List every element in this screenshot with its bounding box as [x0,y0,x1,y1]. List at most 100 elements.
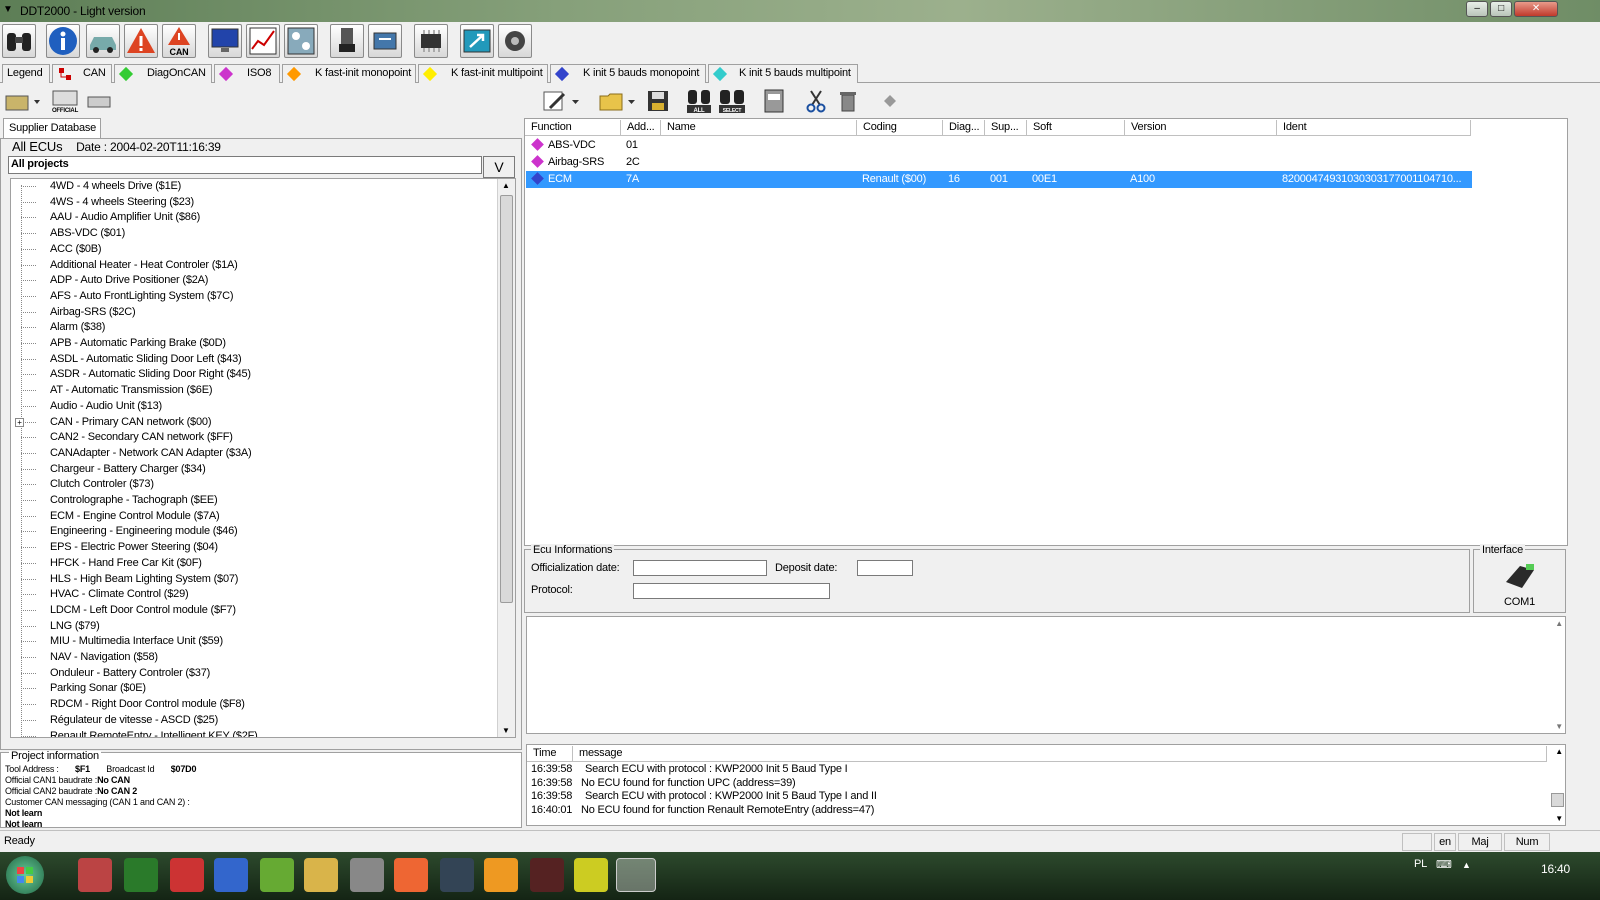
warning-button[interactable] [124,24,158,58]
tree-item[interactable]: HFCK - Hand Free Car Kit ($0F) [50,556,202,571]
tree-item[interactable]: APB - Automatic Parking Brake ($0D) [50,336,226,351]
project-select[interactable]: All projects [8,156,482,174]
log-scroll-up-icon[interactable]: ▲ [1555,747,1563,756]
tree-item[interactable]: HVAC - Climate Control ($29) [50,587,189,602]
maximize-button[interactable]: □ [1490,1,1512,17]
interface-panel[interactable]: Interface COM1 [1473,544,1566,613]
scroll-down-icon[interactable]: ▼ [1555,722,1563,731]
tree-item[interactable]: LDCM - Left Door Control module ($F7) [50,603,236,618]
tab-can[interactable]: CAN [52,64,112,83]
table-row[interactable]: ECM 7A Renault ($00) 16 001 00E1 A100 820004749… [526,171,1472,188]
tree-item[interactable]: Régulateur de vitesse - ASCD ($25) [50,713,218,728]
clock[interactable]: 16:40 [1541,862,1570,876]
tree-scrollbar[interactable]: ▲ ▼ [497,179,515,737]
log-scroll-down-icon[interactable]: ▼ [1555,814,1563,823]
edit-button[interactable] [542,88,582,114]
taskbar-explorer-icon[interactable] [304,858,338,892]
table-row[interactable]: Airbag-SRS 2C [526,154,1472,171]
delete-button[interactable] [836,88,860,114]
tree-item[interactable]: RDCM - Right Door Control module ($F8) [50,697,245,712]
tree-item[interactable]: Chargeur - Battery Charger ($34) [50,462,206,477]
taskbar-app-12[interactable] [574,858,608,892]
tree-item[interactable]: ABS-VDC ($01) [50,226,125,241]
tree-item[interactable]: Clutch Controler ($73) [50,477,154,492]
tab-diagoncan[interactable]: DiagOnCAN [114,64,212,83]
tree-item[interactable]: Onduleur - Battery Controler ($37) [50,666,210,681]
ecu-detail-area[interactable]: ▲ ▼ [526,616,1566,734]
tree-item[interactable]: ASDL - Automatic Sliding Door Left ($43) [50,352,242,367]
close-button[interactable]: ✕ [1514,1,1558,17]
tree-item[interactable]: CAN2 - Secondary CAN network ($FF) [50,430,233,445]
tab-k-5baud-multi[interactable]: K init 5 bauds multipoint [708,64,858,83]
tab-k-fast-mono[interactable]: K fast-init monopoint [282,64,416,83]
tree-item[interactable]: ECM - Engine Control Module ($7A) [50,509,220,524]
official-button[interactable]: OFFICIAL [50,88,80,114]
tab-supplier-database[interactable]: Supplier Database [3,118,101,138]
ecu-flash-button[interactable] [368,24,402,58]
can-warning-button[interactable]: CAN [162,24,196,58]
officialization-date-field[interactable] [633,560,767,576]
taskbar-language[interactable]: PL [1414,858,1427,870]
tray-keyboard-icon[interactable]: ⌨ [1436,858,1452,871]
scroll-down-icon[interactable]: ▼ [502,726,510,735]
tab-iso8[interactable]: ISO8 [214,64,280,83]
taskbar-app-4[interactable] [214,858,248,892]
column-header-ident[interactable]: Ident [1277,120,1471,136]
column-header-name[interactable]: Name [661,120,857,136]
scroll-up-icon[interactable]: ▲ [502,181,510,190]
taskbar-app-5[interactable] [260,858,294,892]
tree-item[interactable]: MIU - Multimedia Interface Unit ($59) [50,634,223,649]
save-button[interactable] [646,88,670,114]
diamond-button[interactable] [878,88,902,114]
chart-button[interactable] [246,24,280,58]
binoculars-button[interactable] [2,24,36,58]
taskbar-app-11[interactable] [530,858,564,892]
connector-button[interactable] [330,24,364,58]
tree-item[interactable]: Controlographe - Tachograph ($EE) [50,493,218,508]
deposit-date-field[interactable] [857,560,913,576]
monitor-button[interactable] [208,24,242,58]
column-header-diag[interactable]: Diag... [943,120,985,136]
tree-item[interactable]: LNG ($79) [50,619,100,634]
tree-item[interactable]: 4WD - 4 wheels Drive ($1E) [50,179,181,194]
tree-scroll-thumb[interactable] [500,195,513,603]
tree-item[interactable]: NAV - Navigation ($58) [50,650,158,665]
tree-item[interactable]: Engineering - Engineering module ($46) [50,524,238,539]
tree-item[interactable]: Parking Sonar ($0E) [50,681,146,696]
log-scroll-thumb[interactable] [1551,793,1564,807]
tab-k-fast-multi[interactable]: K fast-init multipoint [418,64,548,83]
export-button[interactable] [460,24,494,58]
system-menu-icon[interactable]: ▼ [3,4,13,15]
taskbar-ddt2000-icon[interactable] [616,858,656,892]
tab-legend[interactable]: Legend [2,64,50,83]
tree-item[interactable]: ADP - Auto Drive Positioner ($2A) [50,273,208,288]
car-button[interactable] [86,24,120,58]
column-header-soft[interactable]: Soft [1027,120,1125,136]
info-button[interactable] [46,24,80,58]
column-header-function[interactable]: Function [525,120,621,136]
scroll-up-icon[interactable]: ▲ [1555,619,1563,628]
tab-k-5baud-mono[interactable]: K init 5 bauds monopoint [550,64,706,83]
taskbar-media-icon[interactable] [484,858,518,892]
tree-expand-icon[interactable]: + [15,417,24,427]
tree-item[interactable]: Renault RemoteEntry - Intelligent KEY ($… [50,729,258,738]
drive-button[interactable] [86,88,112,114]
engine-button[interactable] [498,24,532,58]
tree-item[interactable]: CANAdapter - Network CAN Adapter ($3A) [50,446,252,461]
chip-button[interactable] [414,24,448,58]
tree-item[interactable]: Airbag-SRS ($2C) [50,305,136,320]
taskbar-firefox-icon[interactable] [394,858,428,892]
tree-item[interactable]: AT - Automatic Transmission ($6E) [50,383,213,398]
table-row[interactable]: ABS-VDC 01 [526,137,1472,154]
tree-item[interactable]: HLS - High Beam Lighting System ($07) [50,572,238,587]
log-header-message[interactable]: message [573,746,1547,762]
column-header-coding[interactable]: Coding [857,120,943,136]
tree-item[interactable]: ACC ($0B) [50,242,102,257]
taskbar-excel-icon[interactable] [124,858,158,892]
settings-panel-button[interactable] [284,24,318,58]
column-header-sup[interactable]: Sup... [985,120,1027,136]
tree-item[interactable]: Audio - Audio Unit ($13) [50,399,162,414]
column-header-address[interactable]: Add... [621,120,661,136]
search-select-button[interactable]: SELECT [718,88,746,114]
column-header-version[interactable]: Version [1125,120,1277,136]
